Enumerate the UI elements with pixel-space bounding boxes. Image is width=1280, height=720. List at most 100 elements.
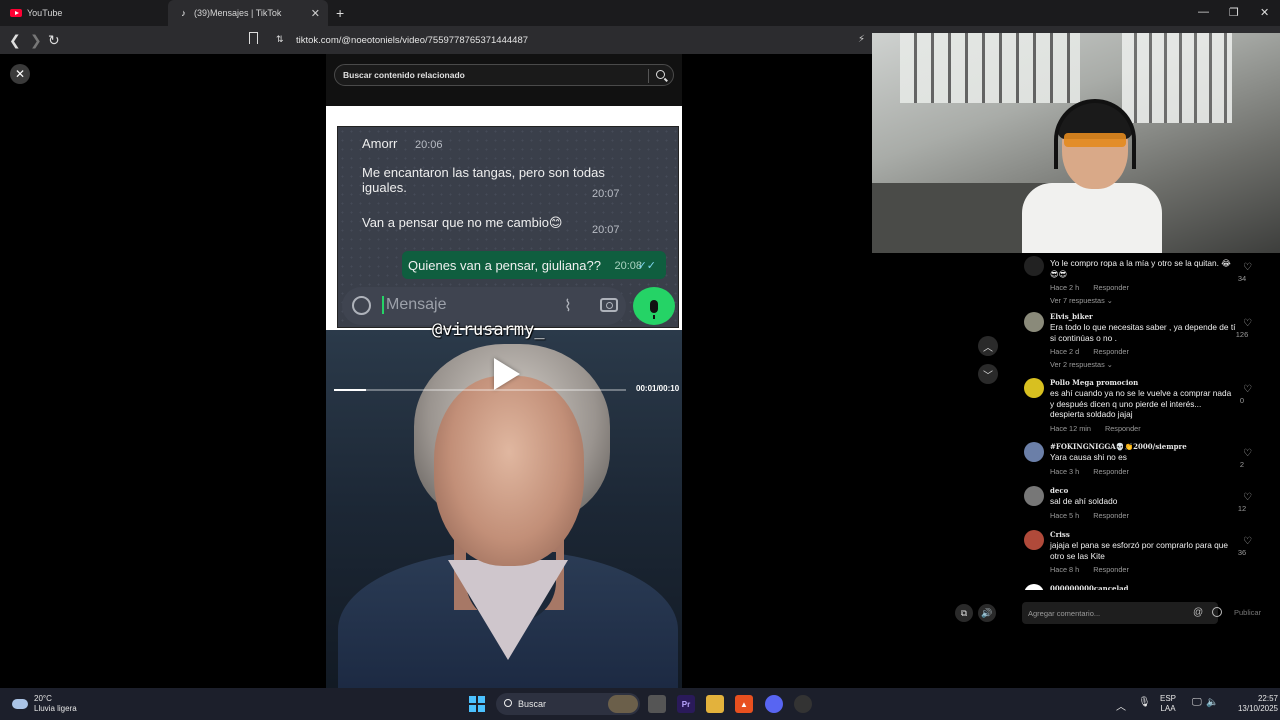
avatar[interactable]	[1024, 530, 1044, 550]
premiere-app-icon[interactable]: Pr	[677, 695, 695, 713]
search-placeholder: Buscar contenido relacionado	[343, 70, 465, 80]
comment-meta: Hace 2 d Responder	[1050, 347, 1129, 356]
contact-name: Amorr	[362, 136, 398, 151]
forward-icon[interactable]: ❯	[30, 32, 42, 49]
close-tab-icon[interactable]: ✕	[311, 7, 320, 20]
restore-icon[interactable]: ❐	[1229, 6, 1239, 19]
comment-meta: Hace 12 min Responder	[1050, 424, 1141, 433]
extension-icon[interactable]: ⚡	[858, 34, 865, 45]
file-explorer-icon[interactable]	[706, 695, 724, 713]
chat-message-outgoing: Quienes van a pensar, giuliana?? 20:08 ✓…	[402, 251, 666, 279]
minimize-icon[interactable]: —	[1198, 6, 1209, 18]
brave-browser-icon[interactable]: ▲	[735, 695, 753, 713]
video-progress-bar[interactable]	[334, 389, 626, 391]
back-icon[interactable]: ❮	[9, 32, 21, 49]
tab-tiktok[interactable]: ♪ (39)Mensajes | TikTok ✕	[168, 0, 328, 26]
close-video-button[interactable]: ✕	[10, 64, 30, 84]
clock[interactable]: 22:57 13/10/2025	[1226, 694, 1278, 714]
comment-time: Hace 12 min	[1050, 423, 1091, 433]
reply-button[interactable]: Responder	[1093, 347, 1129, 356]
comments-list[interactable]: Yo le compro ropa a la mía y otro se la …	[1022, 200, 1280, 590]
like-count: 12	[1237, 504, 1247, 513]
chat-message: Van a pensar que no me cambio😊	[362, 215, 562, 231]
comment-username[interactable]: 000000000cancelad	[1050, 584, 1129, 590]
avatar[interactable]	[1024, 256, 1044, 276]
url-text: tiktok.com/@noeotoniels/video/7559778765…	[296, 34, 529, 46]
search-icon[interactable]	[656, 70, 665, 79]
new-tab-icon[interactable]: +	[336, 5, 344, 21]
double-check-icon: ✓✓	[637, 260, 656, 272]
comment-time: Hace 2 h	[1050, 283, 1080, 292]
microphone-icon	[650, 299, 658, 319]
view-replies-button[interactable]: Ver 2 respuestas ⌄	[1050, 360, 1113, 369]
chevron-up-icon[interactable]: ︿	[1116, 698, 1126, 713]
volume-tray-icon[interactable]: 🔈	[1206, 697, 1218, 708]
reply-button[interactable]: Responder	[1093, 565, 1129, 574]
obs-app-icon[interactable]	[794, 695, 812, 713]
camera-icon	[600, 298, 618, 312]
reply-button[interactable]: Responder	[1093, 511, 1129, 520]
comment-placeholder: Agregar comentario...	[1028, 608, 1101, 618]
play-icon[interactable]	[494, 358, 520, 390]
microphone-tray-icon[interactable]: 🎙	[1138, 697, 1151, 708]
previous-video-button[interactable]: ︿	[978, 336, 998, 356]
tab-youtube[interactable]: YouTube	[0, 0, 168, 26]
reply-button[interactable]: Responder	[1105, 424, 1141, 433]
emoji-icon	[352, 296, 371, 315]
site-info-icon[interactable]: ⇅	[276, 34, 284, 45]
weather-text: 20°C Lluvia ligera	[34, 694, 77, 714]
view-replies-button[interactable]: Ver 7 respuestas ⌄	[1050, 296, 1113, 305]
weather-temp: 20°C	[34, 694, 52, 703]
weather-widget[interactable]: 20°C Lluvia ligera	[12, 694, 77, 714]
heart-icon[interactable]: ♡	[1243, 318, 1252, 329]
comment-time: Hace 5 h	[1050, 510, 1080, 520]
comment-input[interactable]: Agregar comentario...	[1022, 602, 1218, 624]
reply-button[interactable]: Responder	[1093, 467, 1129, 476]
tab-label: (39)Mensajes | TikTok	[194, 8, 282, 18]
picture-in-picture-button[interactable]: ⧉	[955, 604, 973, 622]
comment-username[interactable]: deco	[1050, 486, 1068, 495]
network-icon[interactable]: 🖵	[1192, 697, 1202, 708]
message-time: 20:07	[592, 224, 620, 236]
heart-icon[interactable]: ♡	[1243, 492, 1252, 503]
heart-icon[interactable]: ♡	[1243, 384, 1252, 395]
tab-label: YouTube	[27, 8, 63, 18]
comment-text: es ahí cuando ya no se le vuelve a compr…	[1050, 388, 1232, 419]
avatar[interactable]	[1024, 442, 1044, 462]
search-divider	[648, 69, 649, 83]
language-indicator[interactable]: ESP LAA	[1160, 694, 1176, 714]
avatar[interactable]	[1024, 486, 1044, 506]
close-window-icon[interactable]: ✕	[1260, 6, 1269, 19]
widgets-app-icon[interactable]	[608, 695, 638, 713]
emoji-icon[interactable]	[1212, 607, 1222, 617]
heart-icon[interactable]: ♡	[1243, 448, 1252, 459]
comment-bar: Agregar comentario... @ Publicar	[1022, 600, 1280, 626]
heart-icon[interactable]: ♡	[1243, 262, 1252, 273]
video-frame	[326, 330, 682, 688]
heart-icon[interactable]: ♡	[1243, 536, 1252, 547]
comment-username[interactable]: #FOKINGNIGGA💀👏2000/siempre	[1050, 442, 1187, 451]
avatar[interactable]	[1024, 378, 1044, 398]
post-button[interactable]: Publicar	[1234, 608, 1261, 617]
windows-start-icon[interactable]	[469, 696, 485, 712]
related-search-input[interactable]: Buscar contenido relacionado	[334, 64, 674, 86]
comment-time: Hace 2 d	[1050, 347, 1080, 356]
reply-button[interactable]: Responder	[1093, 283, 1129, 292]
discord-app-icon[interactable]	[765, 695, 783, 713]
bookmark-icon[interactable]	[249, 32, 258, 44]
task-view-icon[interactable]	[648, 695, 666, 713]
avatar[interactable]	[1024, 312, 1044, 332]
avatar[interactable]	[1024, 584, 1044, 590]
reload-icon[interactable]: ↻	[48, 32, 60, 49]
video-subject-collar	[448, 560, 568, 660]
tiktok-icon: ♪	[181, 8, 186, 18]
message-text: Quienes van a pensar, giuliana??	[408, 257, 601, 273]
comment-username[interactable]: Pollo Mega promocion	[1050, 378, 1138, 387]
comment-username[interactable]: Criss	[1050, 530, 1070, 539]
video-player[interactable]: Buscar contenido relacionado Amorr 20:06…	[326, 54, 682, 688]
mention-icon[interactable]: @	[1193, 607, 1203, 618]
comment-username[interactable]: Elvis_biker	[1050, 312, 1093, 321]
next-video-button[interactable]: ﹀	[978, 364, 998, 384]
address-bar[interactable]: tiktok.com/@noeotoniels/video/7559778765…	[270, 29, 870, 51]
volume-button[interactable]: 🔊	[978, 604, 996, 622]
